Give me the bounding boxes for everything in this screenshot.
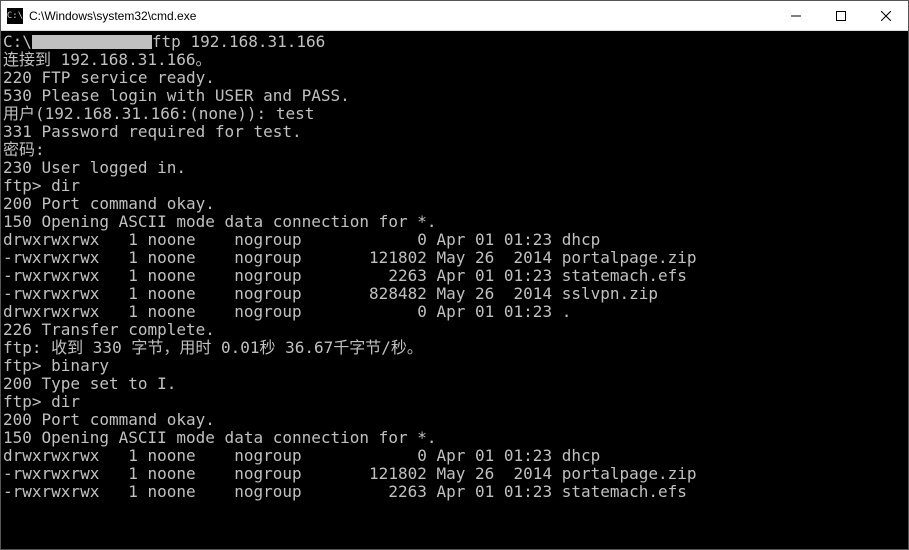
terminal-line: -rwxrwxrwx 1 noone nogroup 121802 May 26… [3,465,906,483]
terminal-line: 226 Transfer complete. [3,321,906,339]
prompt-prefix: C:\ [3,32,32,51]
terminal-line: ftp> binary [3,357,906,375]
close-button[interactable] [863,1,908,30]
terminal-line: 用户(192.168.31.166:(none)): test [3,105,906,123]
cmd-window: C:\ C:\Windows\system32\cmd.exe C:\ ftp 1… [0,0,909,550]
terminal-line: -rwxrwxrwx 1 noone nogroup 121802 May 26… [3,249,906,267]
terminal-line: 200 Port command okay. [3,195,906,213]
terminal-line: 200 Port command okay. [3,411,906,429]
terminal-line: ftp: 收到 330 字节，用时 0.01秒 36.67千字节/秒。 [3,339,906,357]
terminal-line: drwxrwxrwx 1 noone nogroup 0 Apr 01 01:2… [3,303,906,321]
terminal-line: ftp> dir [3,393,906,411]
terminal-line: 200 Type set to I. [3,375,906,393]
terminal-line: -rwxrwxrwx 1 noone nogroup 2263 Apr 01 0… [3,267,906,285]
terminal-line: -rwxrwxrwx 1 noone nogroup 2263 Apr 01 0… [3,483,906,501]
terminal-line: C:\ ftp 192.168.31.166 [3,33,906,51]
terminal-line: 230 User logged in. [3,159,906,177]
terminal-line: -rwxrwxrwx 1 noone nogroup 828482 May 26… [3,285,906,303]
terminal-line: 530 Please login with USER and PASS. [3,87,906,105]
terminal-line: 150 Opening ASCII mode data connection f… [3,429,906,447]
terminal-line: 331 Password required for test. [3,123,906,141]
titlebar[interactable]: C:\ C:\Windows\system32\cmd.exe [1,1,908,31]
window-controls [773,1,908,30]
cmd-icon: C:\ [7,8,23,24]
terminal-line: drwxrwxrwx 1 noone nogroup 0 Apr 01 01:2… [3,447,906,465]
window-title: C:\Windows\system32\cmd.exe [29,9,773,23]
maximize-button[interactable] [818,1,863,30]
terminal-line: drwxrwxrwx 1 noone nogroup 0 Apr 01 01:2… [3,231,906,249]
terminal-output[interactable]: C:\ ftp 192.168.31.166连接到 192.168.31.166。… [1,31,908,549]
terminal-line: ftp> dir [3,177,906,195]
terminal-line: 密码: [3,141,906,159]
terminal-line: 连接到 192.168.31.166。 [3,51,906,69]
terminal-line: 150 Opening ASCII mode data connection f… [3,213,906,231]
minimize-button[interactable] [773,1,818,30]
terminal-line: 220 FTP service ready. [3,69,906,87]
ftp-command: ftp 192.168.31.166 [152,32,325,51]
redacted-path [32,35,152,49]
